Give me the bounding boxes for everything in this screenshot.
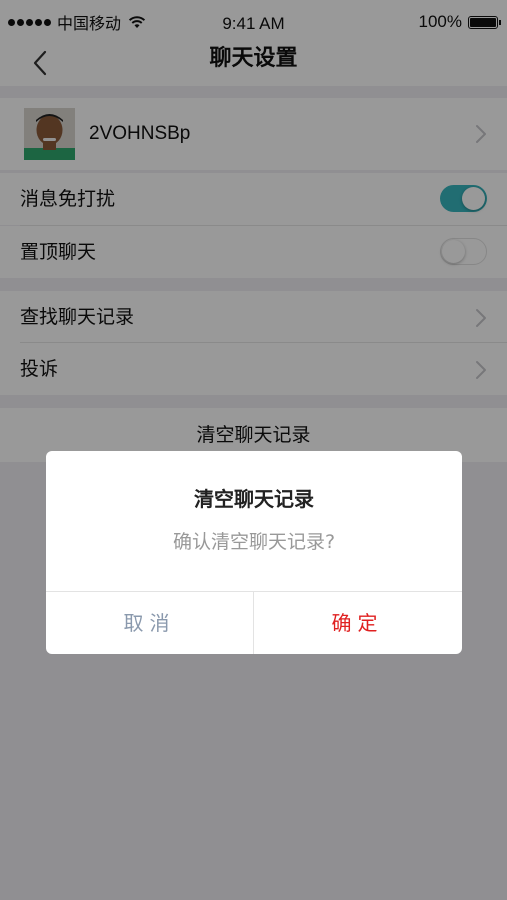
dialog-title: 清空聊天记录 <box>194 487 314 511</box>
confirm-dialog: 清空聊天记录 确认清空聊天记录? 取消 确定 <box>46 451 462 654</box>
cancel-button[interactable]: 取消 <box>46 592 253 654</box>
dialog-message: 确认清空聊天记录? <box>172 531 336 553</box>
modal-overlay[interactable] <box>0 0 507 900</box>
confirm-button[interactable]: 确定 <box>254 592 461 654</box>
